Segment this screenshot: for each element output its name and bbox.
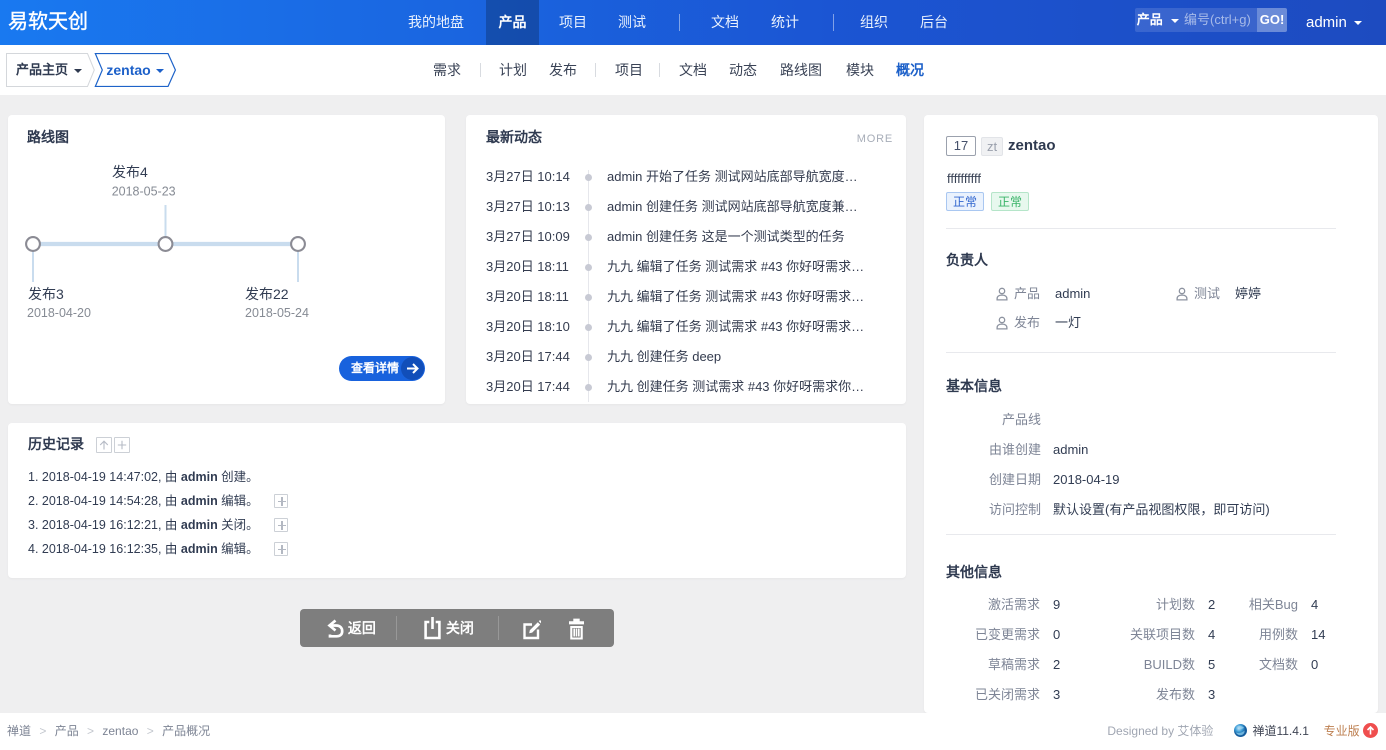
svg-text:发布4: 发布4 [112,164,148,180]
svg-text:发布22: 发布22 [245,286,289,302]
svg-text:2018-05-24: 2018-05-24 [245,306,309,320]
svg-text:2018-05-23: 2018-05-23 [112,185,176,199]
svg-text:发布3: 发布3 [28,286,64,302]
svg-text:2018-04-20: 2018-04-20 [27,306,91,320]
